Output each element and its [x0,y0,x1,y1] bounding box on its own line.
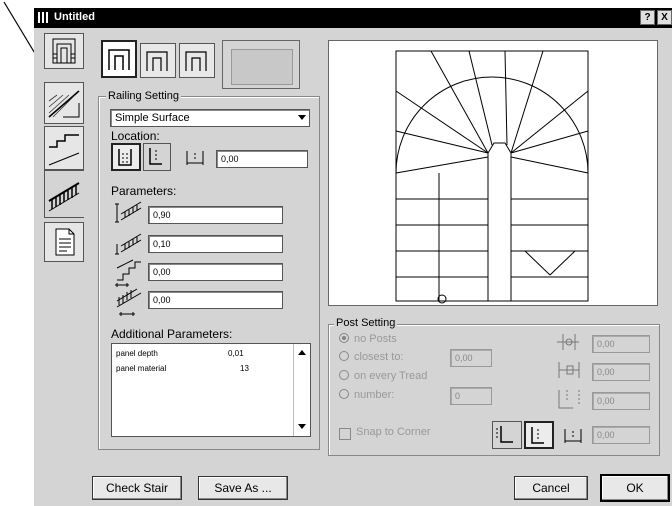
additional-parameters-list[interactable]: panel depth 0,01 panel material 13 [111,343,311,437]
railing-type-1[interactable] [101,40,137,78]
post-value-field-1[interactable]: 0,00 [592,335,650,353]
parameters-label: Parameters: [111,184,177,198]
radio-closest-to[interactable]: closest to: [339,351,404,363]
tab-railing[interactable] [44,170,84,218]
radio-number-label: number: [354,389,395,401]
post-outside-icon [496,426,513,443]
plan-view-icon [52,38,76,64]
scroll-down-icon[interactable] [298,424,306,429]
scroll-up-icon[interactable] [298,350,306,355]
railing-type-2[interactable] [140,43,176,78]
title-bar[interactable] [34,8,672,28]
radio-number[interactable]: number: [339,389,394,401]
check-stair-button[interactable]: Check Stair [92,476,182,500]
list-item-value: 0,01 [228,349,244,358]
param-field-1[interactable]: 0,90 [148,206,283,224]
post-value-field-3[interactable]: 0,00 [592,392,650,410]
save-as-button[interactable]: Save As ... [198,476,288,500]
location-center-button[interactable] [143,143,171,171]
additional-parameters-label: Additional Parameters: [111,327,233,341]
location-offset-icon [183,145,209,169]
railing-icon [48,182,80,212]
radio-no-posts[interactable]: no Posts [339,333,397,345]
close-button[interactable]: X [657,10,672,25]
material-swatch-frame [222,40,300,89]
stair-section-icon [48,90,80,118]
railing-type-3-icon [185,51,207,71]
post-position-button-2[interactable] [524,421,554,449]
post-spacing-icon [553,330,585,354]
post-center-icon [531,427,544,444]
railing-type-2-icon [146,51,168,71]
tab-listing[interactable] [44,222,84,262]
list-item-name: panel depth [116,349,158,358]
railing-type-dropdown[interactable]: Simple Surface [110,109,310,127]
location-inside-icon [118,149,132,166]
stair-elevation-icon [48,134,80,166]
radio-every-tread-label: on every Tread [354,370,428,382]
help-button[interactable]: ? [640,10,655,25]
number-field[interactable]: 0 [450,387,492,405]
railing-type-1-icon [108,49,130,70]
list-scrollbar[interactable] [293,344,310,436]
railing-type-3[interactable] [179,43,215,78]
ok-button[interactable]: OK [600,474,670,502]
location-inside-button[interactable] [111,143,141,171]
location-center-icon [149,148,162,165]
param-field-4[interactable]: 0,00 [148,291,283,309]
post-height-icon [553,358,585,382]
location-label: Location: [111,129,160,143]
stair-preview [328,40,658,306]
stair-plan-drawing [395,50,589,304]
material-swatch[interactable] [231,49,293,85]
radio-closest-to-label: closest to: [354,351,404,363]
stair-offset-icon [113,258,145,288]
post-position-button-1[interactable] [492,421,522,449]
post-offset-icon [561,423,587,449]
bottom-gap-icon [113,230,145,256]
tab-plan-view[interactable] [44,33,84,69]
post-value-field-2[interactable]: 0,00 [592,363,650,381]
closest-to-field[interactable]: 0,00 [450,349,492,367]
end-offset-icon [113,287,145,317]
document-icon [55,228,75,256]
location-offset-field[interactable]: 0,00 [216,150,308,168]
list-item-name: panel material [116,364,167,373]
app-icon [38,12,50,23]
snap-to-corner-label: Snap to Corner [356,426,431,438]
snap-to-corner-checkbox[interactable] [339,428,351,440]
cancel-button[interactable]: Cancel [514,476,588,500]
railing-type-value: Simple Surface [115,112,190,124]
railing-height-icon [113,200,145,226]
radio-no-posts-label: no Posts [354,333,397,345]
post-offset-top-icon [553,386,585,412]
tab-stair-elevation[interactable] [44,126,84,170]
param-field-2[interactable]: 0,10 [148,235,283,253]
param-field-3[interactable]: 0,00 [148,263,283,281]
window-title: Untitled [54,11,95,23]
chevron-down-icon[interactable] [298,115,306,120]
radio-every-tread[interactable]: on every Tread [339,370,427,382]
railing-setting-label: Railing Setting [106,90,181,102]
list-item-value: 13 [240,364,249,373]
post-setting-label: Post Setting [334,317,398,329]
post-value-field-4[interactable]: 0,00 [592,426,650,444]
tab-stair-section[interactable] [44,82,84,124]
